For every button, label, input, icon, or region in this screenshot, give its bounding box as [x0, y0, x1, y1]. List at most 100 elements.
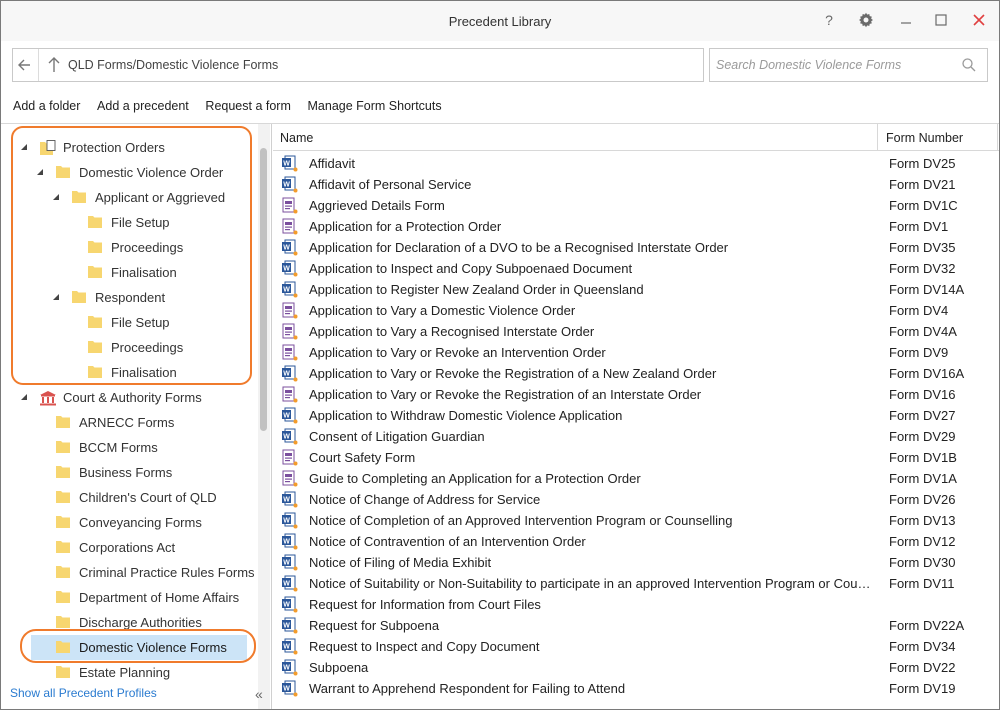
table-row[interactable]: W Notice of Contravention of an Intervent…	[273, 531, 999, 552]
expanded-arrow-icon[interactable]	[35, 167, 45, 177]
tree-item[interactable]: Protection Orders	[1, 135, 255, 160]
table-row[interactable]: Court Safety Form Form DV1B	[273, 447, 999, 468]
manage-form-shortcuts-button[interactable]: Manage Form Shortcuts	[308, 99, 442, 113]
tree-item[interactable]: Domestic Violence Order	[1, 160, 255, 185]
add-folder-button[interactable]: Add a folder	[13, 99, 80, 113]
tree-item[interactable]: Court & Authority Forms	[1, 385, 255, 410]
search-icon[interactable]	[961, 57, 977, 73]
search-box[interactable]	[709, 48, 988, 82]
folder-icon	[55, 440, 71, 454]
tree-item[interactable]: Children's Court of QLD	[1, 485, 255, 510]
table-row[interactable]: W Request to Inspect and Copy Document For…	[273, 636, 999, 657]
tree-item[interactable]: Business Forms	[1, 460, 255, 485]
address-bar[interactable]: QLD Forms/Domestic Violence Forms	[12, 48, 704, 82]
table-row[interactable]: W Application to Vary or Revoke the Regis…	[273, 363, 999, 384]
precedent-name: Application to Register New Zealand Orde…	[309, 282, 644, 297]
table-row[interactable]: W Subpoena Form DV22	[273, 657, 999, 678]
precedent-name: Request for Information from Court Files	[309, 597, 541, 612]
tree-item[interactable]: Proceedings	[1, 335, 255, 360]
back-arrow-icon[interactable]	[13, 49, 39, 81]
form-number: Form DV9	[889, 345, 949, 360]
search-input[interactable]	[716, 56, 956, 74]
table-row[interactable]: W Notice of Suitability or Non-Suitabilit…	[273, 573, 999, 594]
window-title: Precedent Library	[448, 14, 552, 29]
table-row[interactable]: W Application to Inspect and Copy Subpoen…	[273, 258, 999, 279]
breadcrumb[interactable]: QLD Forms/Domestic Violence Forms	[68, 58, 278, 72]
table-row[interactable]: W Affidavit Form DV25	[273, 153, 999, 174]
table-row[interactable]: Application to Vary a Recognised Interst…	[273, 321, 999, 342]
word-document-icon: W	[281, 281, 298, 298]
expanded-arrow-icon[interactable]	[51, 192, 61, 202]
table-row[interactable]: W Notice of Change of Address for Service…	[273, 489, 999, 510]
folder-icon	[55, 540, 71, 554]
table-row[interactable]: Application to Vary or Revoke an Interve…	[273, 342, 999, 363]
request-form-button[interactable]: Request a form	[205, 99, 290, 113]
word-document-icon: W	[281, 659, 298, 676]
collapse-pane-icon[interactable]: «	[255, 686, 263, 702]
minimize-icon[interactable]	[895, 9, 917, 31]
form-number: Form DV1B	[889, 450, 957, 465]
tree-item[interactable]: Finalisation	[1, 260, 255, 285]
tree-item[interactable]: ARNECC Forms	[1, 410, 255, 435]
tree-item[interactable]: Discharge Authorities	[1, 610, 255, 635]
table-row[interactable]: Aggrieved Details Form Form DV1C	[273, 195, 999, 216]
tree-item[interactable]: Estate Planning	[1, 660, 255, 685]
table-row[interactable]: Guide to Completing an Application for a…	[273, 468, 999, 489]
table-row[interactable]: W Affidavit of Personal Service Form DV21	[273, 174, 999, 195]
expanded-arrow-icon[interactable]	[19, 142, 29, 152]
maximize-icon[interactable]	[930, 9, 952, 31]
tree-item[interactable]: Conveyancing Forms	[1, 510, 255, 535]
tree-item[interactable]: Applicant or Aggrieved	[1, 185, 255, 210]
column-divider[interactable]	[997, 124, 998, 151]
svg-text:W: W	[283, 244, 290, 251]
help-icon[interactable]: ?	[818, 9, 840, 31]
tree-scrollbar[interactable]	[258, 124, 270, 709]
table-row[interactable]: W Request for Subpoena Form DV22A	[273, 615, 999, 636]
column-header-form-number[interactable]: Form Number	[886, 131, 963, 145]
tree-item[interactable]: File Setup	[1, 210, 255, 235]
table-row[interactable]: W Notice of Filing of Media Exhibit Form D…	[273, 552, 999, 573]
table-row[interactable]: W Request for Information from Court File…	[273, 594, 999, 615]
court-form-icon	[281, 302, 298, 319]
add-precedent-button[interactable]: Add a precedent	[97, 99, 189, 113]
tree-item[interactable]: Criminal Practice Rules Forms	[1, 560, 255, 585]
table-row[interactable]: W Notice of Completion of an Approved Int…	[273, 510, 999, 531]
precedent-name: Application to Withdraw Domestic Violenc…	[309, 408, 623, 423]
folder-icon	[55, 615, 71, 629]
tree-item-label: Finalisation	[111, 265, 177, 280]
settings-gear-icon[interactable]	[855, 9, 877, 31]
tree-scrollbar-thumb[interactable]	[260, 148, 267, 431]
table-row[interactable]: W Consent of Litigation Guardian Form DV29	[273, 426, 999, 447]
tree-item[interactable]: Respondent	[1, 285, 255, 310]
tree-item[interactable]: Department of Home Affairs	[1, 585, 255, 610]
svg-text:W: W	[283, 286, 290, 293]
column-header-name[interactable]: Name	[280, 131, 313, 145]
tree-item[interactable]: Domestic Violence Forms	[31, 635, 247, 660]
up-arrow-icon[interactable]	[43, 49, 65, 81]
tree-item[interactable]: File Setup	[1, 310, 255, 335]
svg-text:W: W	[283, 601, 290, 608]
table-row[interactable]: Application to Vary a Domestic Violence …	[273, 300, 999, 321]
table-row[interactable]: Application for a Protection Order Form D…	[273, 216, 999, 237]
column-divider[interactable]	[877, 124, 878, 151]
tree-item-label: Protection Orders	[63, 140, 165, 155]
close-icon[interactable]	[968, 9, 990, 31]
tree-item[interactable]: Corporations Act	[1, 535, 255, 560]
folder-icon	[87, 315, 103, 329]
court-form-icon	[281, 344, 298, 361]
expanded-arrow-icon[interactable]	[19, 392, 29, 402]
table-row[interactable]: Application to Vary or Revoke the Regist…	[273, 384, 999, 405]
table-row[interactable]: W Application for Declaration of a DVO to…	[273, 237, 999, 258]
table-row[interactable]: W Warrant to Apprehend Respondent for Fai…	[273, 678, 999, 699]
tree-item-label: Corporations Act	[79, 540, 176, 555]
tree-item[interactable]: Proceedings	[1, 235, 255, 260]
table-row[interactable]: W Application to Withdraw Domestic Violen…	[273, 405, 999, 426]
expanded-arrow-icon[interactable]	[51, 292, 61, 302]
show-all-profiles-link[interactable]: Show all Precedent Profiles	[10, 686, 157, 700]
form-number: Form DV11	[889, 576, 955, 591]
tree-item[interactable]: BCCM Forms	[1, 435, 255, 460]
form-number: Form DV26	[889, 492, 956, 507]
tree-item[interactable]: Finalisation	[1, 360, 255, 385]
table-row[interactable]: W Application to Register New Zealand Ord…	[273, 279, 999, 300]
tree-item-label: Respondent	[95, 290, 166, 305]
